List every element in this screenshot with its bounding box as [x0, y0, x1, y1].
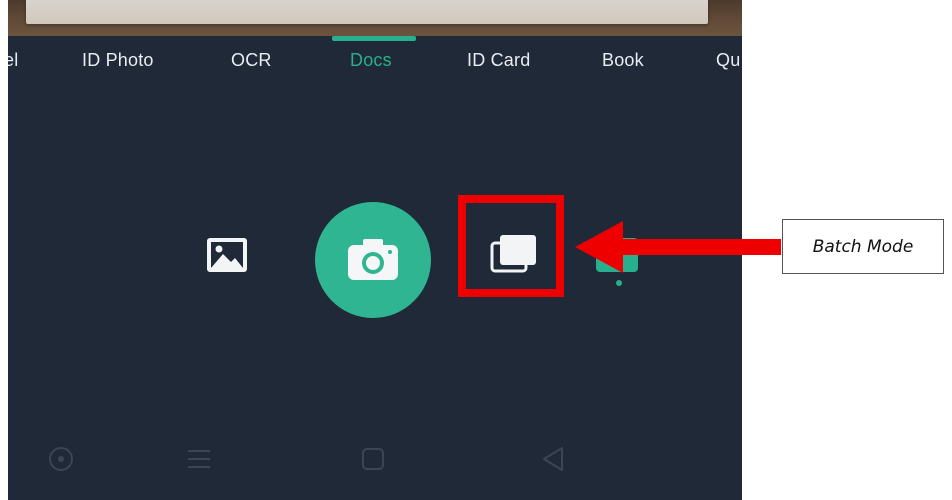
camera-icon [348, 239, 398, 280]
tab-book[interactable]: Book [602, 50, 644, 71]
gallery-button[interactable] [204, 234, 250, 278]
mode-tabs: el ID Photo OCR Docs ID Card Book Qu [8, 36, 742, 96]
active-tab-indicator [332, 36, 416, 41]
circle-icon[interactable] [46, 444, 76, 474]
image-icon [207, 238, 247, 272]
tab-el[interactable]: el [8, 50, 18, 71]
system-navbar [8, 418, 742, 500]
batch-mode-highlight-box [458, 195, 564, 297]
tab-docs[interactable]: Docs [350, 50, 392, 71]
preview-document [26, 0, 708, 24]
batch-mode-callout: Batch Mode [782, 219, 944, 274]
square-icon[interactable] [358, 444, 388, 474]
shutter-button[interactable] [315, 202, 431, 318]
tab-ocr[interactable]: OCR [231, 50, 272, 71]
camera-preview [8, 0, 742, 36]
back-triangle-icon[interactable] [538, 444, 568, 474]
callout-label: Batch Mode [812, 236, 914, 257]
tab-qu[interactable]: Qu [716, 50, 740, 71]
screenshot-stage: el ID Photo OCR Docs ID Card Book Qu Bat… [0, 0, 952, 500]
tab-id-card[interactable]: ID Card [467, 50, 530, 71]
tab-id-photo[interactable]: ID Photo [82, 50, 154, 71]
menu-icon[interactable] [184, 444, 214, 474]
mode-indicator-dot [616, 280, 622, 286]
arrow-icon [575, 221, 781, 273]
